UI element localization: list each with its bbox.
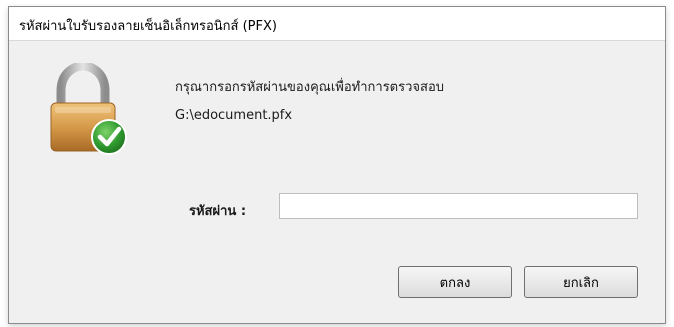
cancel-button[interactable]: ยกเลิก bbox=[524, 266, 638, 298]
password-input[interactable] bbox=[279, 193, 638, 219]
title-bar: รหัสผ่านใบรับรองลายเซ็นอิเล็กทรอนิกส์ (P… bbox=[9, 7, 665, 41]
padlock-check-icon bbox=[47, 61, 131, 159]
instruction-text: กรุณากรอกรหัสผ่านของคุณเพื่อทำการตรวจสอบ bbox=[175, 80, 445, 95]
password-label: รหัสผ่าน : bbox=[189, 204, 247, 219]
ok-button[interactable]: ตกลง bbox=[398, 266, 512, 298]
dialog-title: รหัสผ่านใบรับรองลายเซ็นอิเล็กทรอนิกส์ (P… bbox=[19, 19, 277, 34]
pfx-password-dialog: รหัสผ่านใบรับรองลายเซ็นอิเล็กทรอนิกส์ (P… bbox=[8, 6, 666, 324]
certificate-file-path: G:\edocument.pfx bbox=[175, 108, 293, 123]
